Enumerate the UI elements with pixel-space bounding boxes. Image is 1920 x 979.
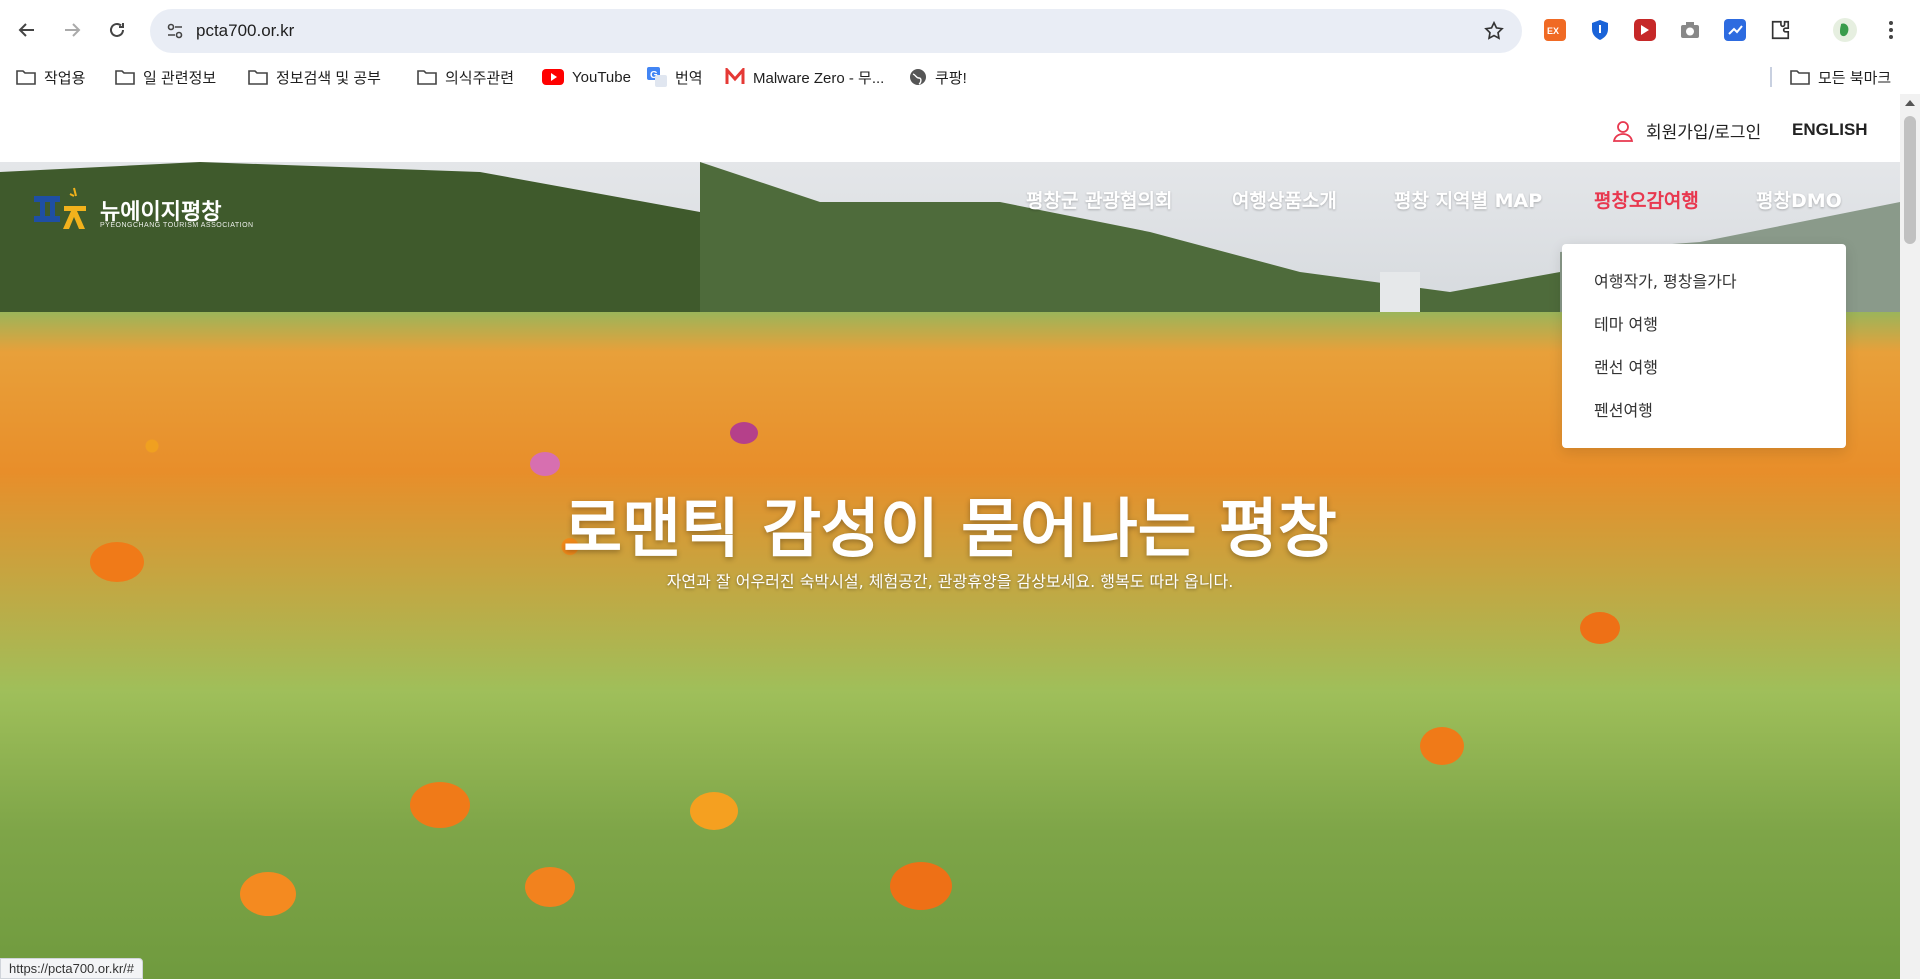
address-bar[interactable]: pcta700.or.kr [150,9,1522,53]
bookmark-label: 번역 [675,69,703,87]
extension-capture-icon[interactable] [1722,17,1748,43]
youtube-icon [542,69,564,85]
bookmark-label: 일 관련정보 [143,69,217,87]
forward-button[interactable] [55,13,89,47]
extension-ex-icon[interactable]: EX [1542,17,1568,43]
site-settings-icon[interactable] [164,20,186,42]
user-icon [1612,120,1634,142]
bookmark-label: Malware Zero - 무... [753,69,885,87]
login-link[interactable]: 회원가입/로그인 [1612,118,1761,143]
browser-toolbar: pcta700.or.kr EX [0,0,1920,60]
reload-icon [110,22,124,37]
extension-camera-icon[interactable] [1677,17,1703,43]
nav-regional-map[interactable]: 평창 지역별 MAP [1394,186,1542,213]
pyeongchang-logo-icon [34,187,86,229]
bookmark-label: YouTube [572,68,631,86]
bookmarks-bar: 작업용 일 관련정보 정보검색 및 공부 의식주관련 YouTube G 번역 … [0,60,1920,94]
submenu-item-pension-travel[interactable]: 펜션여행 [1594,397,1653,421]
flower-accent [730,422,758,444]
flower-accent [240,872,296,916]
webpage: 회원가입/로그인 ENGLISH 뉴에이지평창 PYEONGCHANG TOUR… [0,94,1900,979]
folder-icon [248,70,268,85]
bookmark-label: 정보검색 및 공부 [276,69,381,87]
translate-icon: G [647,67,667,87]
arrow-left-icon [18,23,34,37]
bookmark-label: 작업용 [44,69,86,87]
bookmark-coupang[interactable]: 쿠팡! [909,64,967,90]
browser-menu-icon[interactable] [1878,17,1904,43]
url-text[interactable]: pcta700.or.kr [196,21,294,41]
bookmark-label: 의식주관련 [445,69,515,87]
svg-text:EX: EX [1547,26,1559,36]
flower-accent [1580,612,1620,644]
bookmark-translate[interactable]: G 번역 [647,64,703,90]
reload-button[interactable] [100,13,134,47]
globe-icon [910,69,926,85]
nav-five-senses-travel[interactable]: 평창오감여행 [1594,186,1699,213]
folder-icon [1790,70,1810,85]
bookmark-folder[interactable]: 일 관련정보 [115,64,216,90]
bookmark-star-icon[interactable] [1482,19,1506,43]
extension-media-icon[interactable] [1632,17,1658,43]
folder-icon [16,70,36,85]
status-bar-url: https://pcta700.or.kr/# [0,958,144,979]
hero-headline: 로맨틱 감성이 묻어나는 평창 [563,493,1337,567]
all-bookmarks-folder[interactable]: 모든 북마크 [1790,64,1891,90]
hero-subline: 자연과 잘 어우러진 숙박시설, 체험공간, 관광휴양을 감상보세요. 행복도 … [666,572,1234,591]
submenu-item-online-travel[interactable]: 랜선 여행 [1594,354,1658,378]
site-topbar: 회원가입/로그인 ENGLISH [0,94,1900,162]
flower-accent [690,792,738,830]
flower-accent [890,862,952,910]
scroll-up-arrow-icon[interactable] [1905,100,1915,106]
scroll-thumb[interactable] [1904,116,1916,244]
nav-tourism-council[interactable]: 평창군 관광협의회 [1026,186,1172,213]
nav-pyeongchang-dmo[interactable]: 평창DMO [1756,186,1842,213]
site-logo[interactable]: 뉴에이지평창 PYEONGCHANG TOURISM ASSOCIATION [30,186,253,234]
submenu-dropdown: 여행작가, 평창을가다 테마 여행 랜선 여행 펜션여행 [1562,244,1846,448]
bookmark-youtube[interactable]: YouTube [542,64,631,90]
flower-accent [525,867,575,907]
flower-accent [410,782,470,828]
bookmark-folder[interactable]: 작업용 [16,64,85,90]
folder-icon [417,70,437,85]
bookmark-malware-zero[interactable]: Malware Zero - 무... [725,64,884,90]
folder-icon [115,70,135,85]
hero-banner: 뉴에이지평창 PYEONGCHANG TOURISM ASSOCIATION 평… [0,162,1900,979]
login-label: 회원가입/로그인 [1646,123,1762,143]
english-link[interactable]: ENGLISH [1792,120,1868,140]
bookmark-divider [1770,67,1772,87]
back-button[interactable] [10,13,44,47]
flower-accent [1420,727,1464,765]
extensions-puzzle-icon[interactable] [1767,17,1793,43]
extension-shield-icon[interactable] [1587,17,1613,43]
bookmark-folder[interactable]: 의식주관련 [417,64,514,90]
logo-subtitle: PYEONGCHANG TOURISM ASSOCIATION [100,222,254,229]
bookmark-label: 쿠팡! [935,69,967,87]
malware-zero-icon [725,68,745,84]
page-scrollbar[interactable] [1900,94,1920,979]
bookmark-folder[interactable]: 정보검색 및 공부 [248,64,381,90]
flower-accent [530,452,560,476]
profile-avatar-icon[interactable] [1832,17,1858,43]
submenu-item-travel-writer[interactable]: 여행작가, 평창을가다 [1594,268,1737,292]
all-bookmarks-label: 모든 북마크 [1818,69,1892,87]
arrow-right-icon [65,23,81,37]
submenu-item-theme-travel[interactable]: 테마 여행 [1594,311,1658,335]
nav-travel-products[interactable]: 여행상품소개 [1232,186,1337,213]
